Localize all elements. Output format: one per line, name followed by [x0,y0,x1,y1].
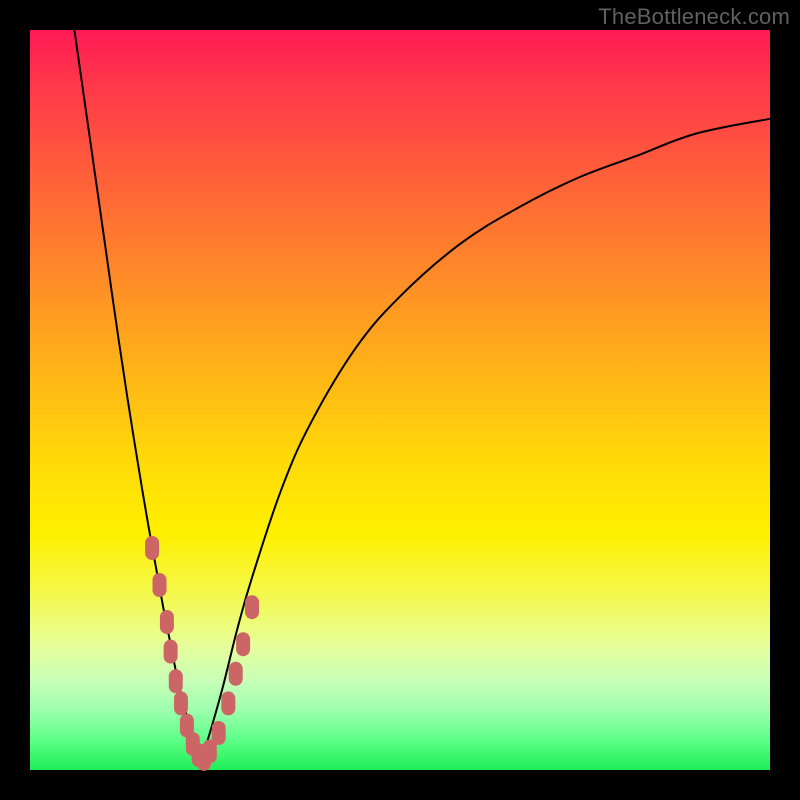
data-marker [236,632,250,656]
data-marker [174,691,188,715]
data-marker [145,536,159,560]
data-marker [160,610,174,634]
data-marker [153,573,167,597]
curve-right-branch [200,119,770,763]
marker-group [145,536,259,771]
watermark-text: TheBottleneck.com [598,4,790,30]
data-marker [169,669,183,693]
data-marker [245,595,259,619]
curve-layer [30,30,770,770]
data-marker [164,640,178,664]
data-marker [229,662,243,686]
plot-area [30,30,770,770]
data-marker [212,721,226,745]
data-marker [221,691,235,715]
chart-frame: TheBottleneck.com [0,0,800,800]
curve-left-branch [74,30,200,763]
